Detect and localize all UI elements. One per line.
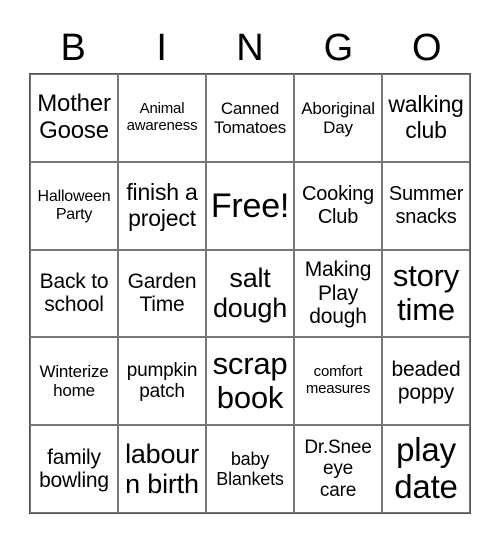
bingo-cell[interactable]: Free! [206,161,294,250]
bingo-cell[interactable]: Garden Time [118,249,206,338]
header-letter-n: N [236,27,264,69]
bingo-cell[interactable]: finish a project [118,161,206,250]
bingo-cell[interactable]: Dr.Snee eye care [294,425,382,513]
header-letter-g: G [323,27,354,69]
bingo-cell[interactable]: Aboriginal Day [294,74,382,162]
bingo-cell[interactable]: Mother Goose [30,74,118,162]
bingo-cell[interactable]: family bowling [30,425,118,513]
bingo-cell[interactable]: labour n birth [118,425,206,513]
bingo-cell[interactable]: Cooking Club [294,161,382,250]
header-letter-i: I [156,27,167,69]
free-space-cell[interactable]: salt dough [206,249,294,338]
header-letter-b: B [60,27,86,69]
bingo-cell[interactable]: scrap book [206,337,294,426]
bingo-cell[interactable]: Winterize home [30,337,118,426]
bingo-cell[interactable]: beaded poppy [382,337,470,426]
bingo-cell[interactable]: comfort measures [294,337,382,426]
bingo-header: B I N G O [29,26,471,70]
header-letter-o: O [412,27,442,69]
bingo-cell[interactable]: Back to school [30,249,118,338]
bingo-cell[interactable]: pumpkin patch [118,337,206,426]
bingo-cell[interactable]: Summer snacks [382,161,470,250]
bingo-cell[interactable]: Canned Tomatoes [206,74,294,162]
bingo-cell[interactable]: Making Play dough [294,249,382,338]
bingo-cell[interactable]: walking club [382,74,470,162]
bingo-grid: Mother Goose Animal awareness Canned Tomat… [29,73,471,514]
bingo-cell[interactable]: story time [382,249,470,338]
bingo-cell[interactable]: Halloween Party [30,161,118,250]
bingo-cell[interactable]: play date [382,425,470,513]
bingo-cell[interactable]: Animal awareness [118,74,206,162]
bingo-cell[interactable]: baby Blankets [206,425,294,513]
